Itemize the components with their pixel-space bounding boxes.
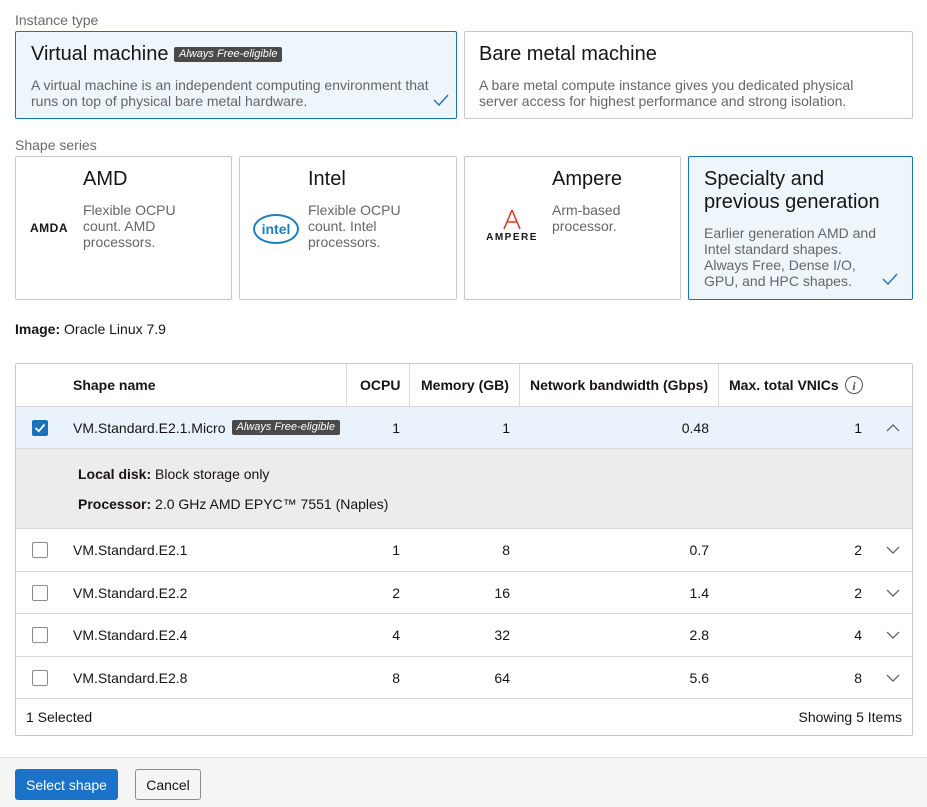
col-memory[interactable]: Memory (GB)	[421, 364, 509, 406]
row-checkbox[interactable]	[32, 542, 48, 558]
image-label: Image:	[15, 321, 61, 337]
checkmark-icon	[882, 273, 898, 286]
amd-title: AMD	[83, 168, 128, 190]
ampere-title: Ampere	[552, 168, 623, 190]
vnics-value: 2	[854, 542, 862, 558]
intel-desc-2: count. Intel	[308, 218, 377, 234]
bandwidth-value: 1.4	[689, 584, 709, 601]
vnics-value: 2	[854, 584, 862, 601]
ocpu-value: 8	[392, 669, 400, 686]
ampere-desc-2: processor.	[552, 218, 617, 234]
amd-desc-3: processors.	[83, 234, 156, 250]
ocpu-value: 1	[392, 542, 400, 558]
intel-card[interactable]: intel Intel Flexible OCPU count. Intel p…	[239, 156, 457, 300]
row-checkbox[interactable]	[32, 669, 48, 686]
chevron-up-icon[interactable]	[885, 420, 901, 436]
always-free-badge: Always Free-eligible	[174, 47, 283, 63]
memory-value: 64	[494, 669, 510, 686]
col-bandwidth[interactable]: Network bandwidth (Gbps)	[530, 364, 708, 406]
table-row[interactable]: VM.Standard.E2.1 1 8 0.7 2	[16, 529, 912, 572]
ampere-logo-icon: AMPERE	[479, 209, 545, 243]
table-row[interactable]: VM.Standard.E2.2 2 16 1.4 2	[16, 572, 912, 614]
chevron-down-icon[interactable]	[885, 585, 901, 601]
virtual-machine-card[interactable]: Virtual machine Always Free-eligible A v…	[15, 31, 457, 119]
cancel-button[interactable]: Cancel	[135, 769, 201, 800]
specialty-desc-2: Intel standard shapes.	[704, 241, 842, 257]
virtual-machine-desc-2: runs on top of physical bare metal hardw…	[31, 93, 308, 109]
chevron-down-icon[interactable]	[885, 542, 901, 558]
bare-metal-desc-2: server access for highest performance an…	[479, 93, 847, 109]
image-info: Image: Oracle Linux 7.9	[15, 321, 166, 337]
bare-metal-title: Bare metal machine	[479, 43, 657, 65]
ocpu-value: 4	[392, 627, 400, 643]
amd-card[interactable]: AMDA AMD Flexible OCPU count. AMD proces…	[15, 156, 232, 300]
table-header: Shape name OCPU Memory (GB) Network band…	[16, 364, 912, 407]
col-shape-name[interactable]: Shape name	[73, 364, 155, 406]
table-row[interactable]: VM.Standard.E2.4 4 32 2.8 4	[16, 614, 912, 657]
specialty-desc-1: Earlier generation AMD and	[704, 225, 876, 241]
svg-text:i: i	[852, 379, 856, 393]
col-vnics[interactable]: Max. total VNICs i	[729, 364, 864, 406]
checkmark-icon	[433, 94, 449, 107]
chevron-down-icon[interactable]	[885, 627, 901, 643]
shapes-table: Shape name OCPU Memory (GB) Network band…	[15, 363, 913, 736]
action-bar: Select shape Cancel	[0, 757, 927, 807]
memory-value: 16	[494, 584, 510, 601]
bandwidth-value: 0.48	[681, 419, 709, 436]
intel-desc-3: processors.	[308, 234, 381, 250]
memory-value: 1	[502, 419, 510, 436]
shape-series-label: Shape series	[15, 137, 97, 153]
amd-desc-1: Flexible OCPU	[83, 202, 176, 218]
specialty-desc-4: GPU, and HPC shapes.	[704, 273, 852, 289]
bandwidth-value: 0.7	[689, 542, 709, 558]
shape-name: VM.Standard.E2.1	[73, 542, 188, 558]
specialty-card[interactable]: Specialty and previous generation Earlie…	[688, 156, 913, 300]
table-row[interactable]: VM.Standard.E2.8 8 64 5.6 8	[16, 657, 912, 699]
row-detail-panel: Local disk: Block storage only Processor…	[16, 449, 912, 529]
bare-metal-desc-1: A bare metal compute instance gives you …	[479, 77, 854, 93]
row-checkbox[interactable]	[32, 419, 48, 436]
ampere-desc-1: Arm-based	[552, 202, 621, 218]
specialty-title-1: Specialty and	[704, 168, 825, 190]
virtual-machine-title: Virtual machine	[31, 43, 169, 65]
vnics-value: 4	[854, 627, 862, 643]
image-value: Oracle Linux 7.9	[64, 321, 166, 337]
vnics-value: 1	[854, 419, 862, 436]
table-footer: 1 Selected Showing 5 Items	[16, 698, 912, 736]
specialty-title-2: previous generation	[704, 191, 880, 213]
processor-info: Processor: 2.0 GHz AMD EPYC™ 7551 (Naple…	[78, 496, 389, 512]
shape-name: VM.Standard.E2.2	[73, 584, 188, 601]
items-count: Showing 5 Items	[798, 709, 903, 725]
col-ocpu[interactable]: OCPU	[360, 364, 400, 406]
shape-name: VM.Standard.E2.4	[73, 627, 188, 643]
instance-type-label: Instance type	[15, 12, 99, 28]
intel-title: Intel	[308, 168, 346, 190]
ocpu-value: 1	[392, 419, 400, 436]
selected-count: 1 Selected	[26, 709, 93, 725]
shape-name: VM.Standard.E2.1.Micro	[73, 419, 226, 436]
select-shape-button[interactable]: Select shape	[15, 769, 118, 800]
vnics-value: 8	[854, 669, 862, 686]
table-row[interactable]: VM.Standard.E2.1.Micro Always Free-eligi…	[16, 407, 912, 449]
chevron-down-icon[interactable]	[885, 670, 901, 686]
intel-desc-1: Flexible OCPU	[308, 202, 401, 218]
shape-name: VM.Standard.E2.8	[73, 669, 188, 686]
intel-logo-icon: intel	[253, 214, 299, 244]
info-icon[interactable]: i	[844, 375, 864, 395]
bare-metal-card[interactable]: Bare metal machine A bare metal compute …	[464, 31, 913, 119]
memory-value: 8	[502, 542, 510, 558]
ampere-card[interactable]: AMPERE Ampere Arm-based processor.	[464, 156, 681, 300]
virtual-machine-desc-1: A virtual machine is an independent comp…	[31, 77, 429, 93]
local-disk-info: Local disk: Block storage only	[78, 466, 270, 482]
amd-desc-2: count. AMD	[83, 218, 156, 234]
amd-logo-icon: AMDA	[30, 221, 68, 235]
bandwidth-value: 5.6	[689, 669, 709, 686]
row-checkbox[interactable]	[32, 627, 48, 643]
ocpu-value: 2	[392, 584, 400, 601]
row-checkbox[interactable]	[32, 584, 48, 601]
specialty-desc-3: Always Free, Dense I/O,	[704, 257, 856, 273]
bandwidth-value: 2.8	[689, 627, 709, 643]
memory-value: 32	[494, 627, 510, 643]
always-free-badge: Always Free-eligible	[231, 420, 340, 435]
